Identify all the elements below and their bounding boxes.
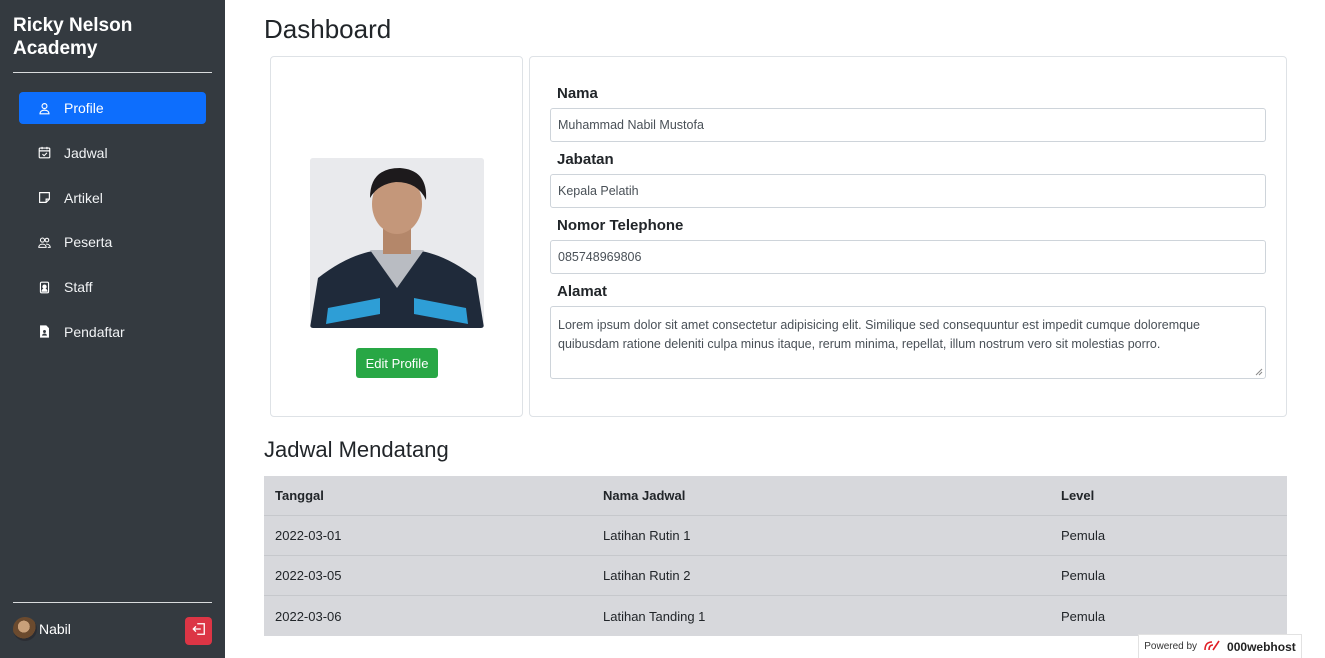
powered-by-text: Powered by: [1144, 641, 1198, 652]
sidebar: Ricky Nelson Academy Profile Jadwal Arti…: [0, 0, 225, 658]
user-profile[interactable]: Nabil: [13, 617, 71, 641]
sidebar-item-staff[interactable]: Staff: [19, 271, 206, 303]
sidebar-divider-bottom: [13, 602, 212, 603]
alamat-textarea[interactable]: Lorem ipsum dolor sit amet consectetur a…: [550, 306, 1266, 379]
powered-by-badge[interactable]: Powered by 000webhost: [1138, 634, 1302, 658]
jabatan-label: Jabatan: [557, 151, 614, 168]
cell-nama-jadwal: Latihan Rutin 2: [603, 568, 691, 583]
sidebar-item-label: Staff: [64, 279, 93, 296]
alamat-text: Lorem ipsum dolor sit amet consectetur a…: [558, 318, 1200, 351]
sidebar-item-peserta[interactable]: Peserta: [19, 226, 206, 258]
sidebar-nav: Profile Jadwal Artikel Peserta Staff Pen…: [19, 92, 206, 361]
person-badge-icon: [37, 280, 51, 294]
sticky-note-icon: [37, 191, 51, 205]
nama-input[interactable]: Muhammad Nabil Mustofa: [550, 108, 1266, 142]
cell-level: Pemula: [1061, 528, 1106, 543]
jabatan-input[interactable]: Kepala Pelatih: [550, 174, 1266, 208]
logout-button[interactable]: [185, 617, 212, 645]
webhost-logo-icon: [1203, 639, 1221, 654]
sidebar-item-label: Peserta: [64, 234, 113, 251]
sidebar-item-label: Jadwal: [64, 144, 108, 161]
sidebar-item-jadwal[interactable]: Jadwal: [19, 137, 206, 169]
nama-label: Nama: [557, 85, 598, 102]
telephone-label: Nomor Telephone: [557, 217, 684, 234]
file-person-icon: [37, 325, 51, 339]
webhost-brand: 000webhost: [1227, 639, 1296, 654]
person-icon: [37, 101, 51, 115]
sidebar-divider-top: [13, 72, 212, 73]
schedule-title: Jadwal Mendatang: [264, 437, 449, 462]
calendar-check-icon: [37, 146, 51, 160]
sidebar-item-profile[interactable]: Profile: [19, 92, 206, 124]
logout-icon: [191, 622, 206, 641]
sidebar-item-artikel[interactable]: Artikel: [19, 182, 206, 214]
resize-handle-icon[interactable]: [1255, 368, 1263, 376]
cell-tanggal: 2022-03-05: [275, 568, 342, 583]
profile-details-card: Nama Muhammad Nabil Mustofa Jabatan Kepa…: [529, 56, 1287, 417]
header-tanggal: Tanggal: [275, 488, 324, 503]
cell-nama-jadwal: Latihan Rutin 1: [603, 528, 691, 543]
edit-profile-button[interactable]: Edit Profile: [356, 348, 438, 378]
table-row: 2022-03-05 Latihan Rutin 2 Pemula: [264, 556, 1287, 596]
cell-nama-jadwal: Latihan Tanding 1: [603, 608, 706, 624]
user-name: Nabil: [39, 621, 71, 637]
cell-level: Pemula: [1061, 568, 1106, 583]
table-header: Tanggal Nama Jadwal Level: [264, 476, 1287, 516]
profile-photo: [310, 158, 484, 328]
header-nama-jadwal: Nama Jadwal: [603, 488, 686, 503]
table-row: 2022-03-06 Latihan Tanding 1 Pemula: [264, 596, 1287, 636]
telephone-input[interactable]: 085748969806: [550, 240, 1266, 274]
cell-tanggal: 2022-03-06: [275, 608, 342, 624]
schedule-table: Tanggal Nama Jadwal Level 2022-03-01 Lat…: [264, 476, 1287, 636]
sidebar-item-label: Profile: [64, 100, 104, 116]
avatar: [13, 617, 37, 641]
brand-title: Ricky Nelson Academy: [13, 15, 133, 59]
sidebar-item-pendaftar[interactable]: Pendaftar: [19, 316, 206, 348]
sidebar-item-label: Artikel: [64, 189, 103, 206]
cell-tanggal: 2022-03-01: [275, 528, 342, 543]
sidebar-item-label: Pendaftar: [64, 323, 125, 340]
profile-photo-card: Edit Profile: [270, 56, 523, 417]
table-row: 2022-03-01 Latihan Rutin 1 Pemula: [264, 516, 1287, 556]
alamat-label: Alamat: [557, 283, 608, 300]
people-icon: [37, 235, 51, 249]
header-level: Level: [1061, 488, 1095, 503]
cell-level: Pemula: [1061, 608, 1106, 624]
page-title: Dashboard: [264, 14, 392, 44]
